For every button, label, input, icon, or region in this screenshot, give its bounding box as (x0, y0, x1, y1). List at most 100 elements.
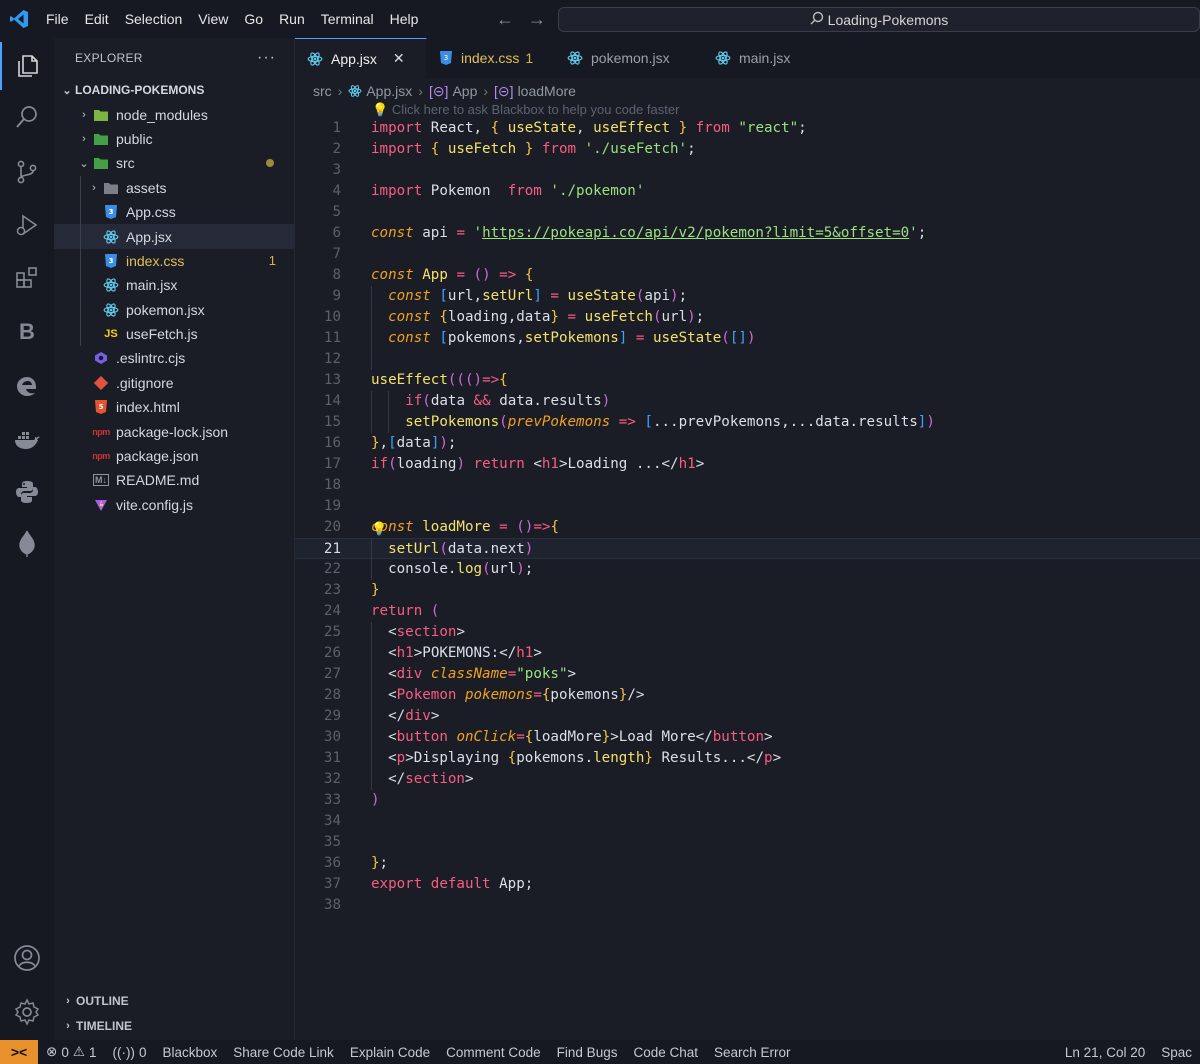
code-line[interactable]: 37 export default App; (295, 874, 1200, 895)
file-tree-item[interactable]: M↓ README.md (54, 468, 294, 492)
code-line[interactable]: 36}; (295, 853, 1200, 874)
close-icon[interactable]: ✕ (393, 50, 405, 67)
code-line[interactable]: 23} (295, 580, 1200, 601)
back-arrow-icon[interactable]: ← (496, 9, 514, 30)
code-line[interactable]: 1 import React, { useState, useEffect } f… (295, 118, 1200, 139)
code-line[interactable]: 16},[data]); (295, 433, 1200, 454)
file-tree-item[interactable]: .gitignore (54, 371, 294, 395)
status-code-chat[interactable]: Code Chat (625, 1045, 706, 1060)
status-blackbox[interactable]: Blackbox (154, 1045, 225, 1060)
code-line[interactable]: 14 if(data && data.results) (295, 391, 1200, 412)
file-tree-item[interactable]: JS useFetch.js (54, 321, 294, 347)
timeline-section[interactable]: › TIMELINE (54, 1014, 295, 1038)
code-line[interactable]: 19 (295, 496, 1200, 517)
lightbulb-icon[interactable]: 💡 (371, 519, 387, 540)
file-tree-item[interactable]: .eslintrc.cjs (54, 346, 294, 370)
menu-selection[interactable]: Selection (117, 0, 191, 38)
command-center[interactable]: Loading-Pokemons (558, 7, 1200, 32)
editor-tab[interactable]: main.jsx (703, 38, 806, 78)
code-line[interactable]: 8 const App = () => { (295, 265, 1200, 286)
forward-arrow-icon[interactable]: → (528, 9, 546, 30)
menu-file[interactable]: File (38, 0, 77, 38)
problems-status[interactable]: ⊗ 0 ⚠ 1 (38, 1044, 104, 1060)
code-line[interactable]: 26 <h1>POKEMONS:</h1> (295, 643, 1200, 664)
code-line[interactable]: 31 <p>Displaying {pokemons.length} Resul… (295, 748, 1200, 769)
menu-view[interactable]: View (190, 0, 236, 38)
python-icon[interactable] (0, 468, 54, 516)
status-find-bugs[interactable]: Find Bugs (549, 1045, 626, 1060)
code-line[interactable]: 30 <button onClick={loadMore}>Load More<… (295, 727, 1200, 748)
code-line[interactable]: 38 (295, 895, 1200, 916)
menu-go[interactable]: Go (236, 0, 271, 38)
code-line[interactable]: 35 (295, 832, 1200, 853)
status-comment-code[interactable]: Comment Code (438, 1045, 549, 1060)
code-line[interactable]: 24 return ( (295, 601, 1200, 622)
file-tree-item[interactable]: 3 App.css (54, 199, 294, 225)
code-line[interactable]: 9 const [url,setUrl] = useState(api); (295, 286, 1200, 307)
file-tree-item[interactable]: › public (54, 127, 294, 151)
blackbox-hint[interactable]: 💡 Click here to ask Blackbox to help you… (372, 102, 679, 118)
code-line[interactable]: 2 import { useFetch } from './useFetch'; (295, 139, 1200, 160)
file-tree-item[interactable]: vite.config.js (54, 493, 294, 517)
menu-help[interactable]: Help (382, 0, 427, 38)
explorer-icon[interactable] (0, 42, 54, 90)
edge-icon[interactable] (0, 362, 54, 410)
code-line[interactable]: 22 console.log(url); (295, 559, 1200, 580)
code-line[interactable]: 7 (295, 244, 1200, 265)
ports-status[interactable]: ((·)) 0 (104, 1045, 154, 1060)
code-line[interactable]: 27 <div className="poks"> (295, 664, 1200, 685)
file-tree-item[interactable]: 3 index.css 1 (54, 248, 294, 274)
more-actions-icon[interactable]: ··· (257, 49, 276, 67)
mongodb-icon[interactable] (0, 520, 54, 568)
status-share-code-link[interactable]: Share Code Link (225, 1045, 342, 1060)
code-line[interactable]: 34 (295, 811, 1200, 832)
account-icon[interactable] (0, 934, 54, 982)
outline-section[interactable]: › OUTLINE (54, 989, 295, 1013)
code-line[interactable]: 11 const [pokemons,setPokemons] = useSta… (295, 328, 1200, 349)
breadcrumb-folder[interactable]: src (313, 83, 332, 99)
code-line[interactable]: 12 (295, 349, 1200, 370)
source-control-icon[interactable] (0, 148, 54, 196)
indentation-status[interactable]: Spac (1153, 1045, 1200, 1060)
menu-terminal[interactable]: Terminal (313, 0, 382, 38)
code-line[interactable]: 28 <Pokemon pokemons={pokemons}/> (295, 685, 1200, 706)
code-editor[interactable]: 1 import React, { useState, useEffect } f… (295, 118, 1200, 1040)
code-line[interactable]: 10 const {loading,data} = useFetch(url); (295, 307, 1200, 328)
status-search-error[interactable]: Search Error (706, 1045, 799, 1060)
file-tree-item[interactable]: npm package.json (54, 444, 294, 468)
code-line[interactable]: 15 setPokemons(prevPokemons => [...prevP… (295, 412, 1200, 433)
status-explain-code[interactable]: Explain Code (342, 1045, 438, 1060)
file-tree-item[interactable]: 5 index.html (54, 395, 294, 419)
code-line[interactable]: 32 </section> (295, 769, 1200, 790)
file-tree-item[interactable]: npm package-lock.json (54, 419, 294, 443)
editor-tab[interactable]: App.jsx ✕ (295, 38, 427, 78)
code-line[interactable]: 21 setUrl(data.next) (295, 538, 1200, 559)
settings-gear-icon[interactable] (0, 988, 54, 1036)
code-line[interactable]: 29 </div> (295, 706, 1200, 727)
file-tree-item[interactable]: main.jsx (54, 273, 294, 298)
project-folder-header[interactable]: ⌄ LOADING-POKEMONS (54, 78, 294, 102)
breadcrumb-symbol-loadmore[interactable]: loadMore (518, 83, 576, 99)
menu-run[interactable]: Run (271, 0, 313, 38)
file-tree-item[interactable]: › node_modules (54, 102, 294, 126)
code-line[interactable]: 25 <section> (295, 622, 1200, 643)
code-line[interactable]: 4 import Pokemon from './pokemon' (295, 181, 1200, 202)
code-line[interactable]: 20 const loadMore = ()=>{💡 (295, 517, 1200, 538)
code-line[interactable]: 6 const api = 'https://pokeapi.co/api/v2/… (295, 223, 1200, 244)
extensions-icon[interactable] (0, 254, 54, 302)
docker-icon[interactable] (0, 416, 54, 464)
file-tree-item[interactable]: › assets (54, 175, 294, 200)
code-line[interactable]: 5 (295, 202, 1200, 223)
cursor-position[interactable]: Ln 21, Col 20 (1057, 1045, 1153, 1060)
blackbox-icon[interactable]: B (0, 308, 54, 356)
code-line[interactable]: 13 useEffect((()=>{ (295, 370, 1200, 391)
remote-indicator-icon[interactable]: >< (0, 1040, 38, 1064)
editor-tab[interactable]: 3 index.css 1 (427, 38, 555, 78)
file-tree-item[interactable]: App.jsx (54, 224, 294, 249)
menu-edit[interactable]: Edit (77, 0, 117, 38)
file-tree-item[interactable]: ⌄ src (54, 151, 294, 175)
breadcrumb-file[interactable]: App.jsx (366, 83, 412, 99)
file-tree-item[interactable]: pokemon.jsx (54, 297, 294, 322)
search-icon[interactable] (0, 93, 54, 141)
code-line[interactable]: 17 if(loading) return <h1>Loading ...</h1… (295, 454, 1200, 475)
